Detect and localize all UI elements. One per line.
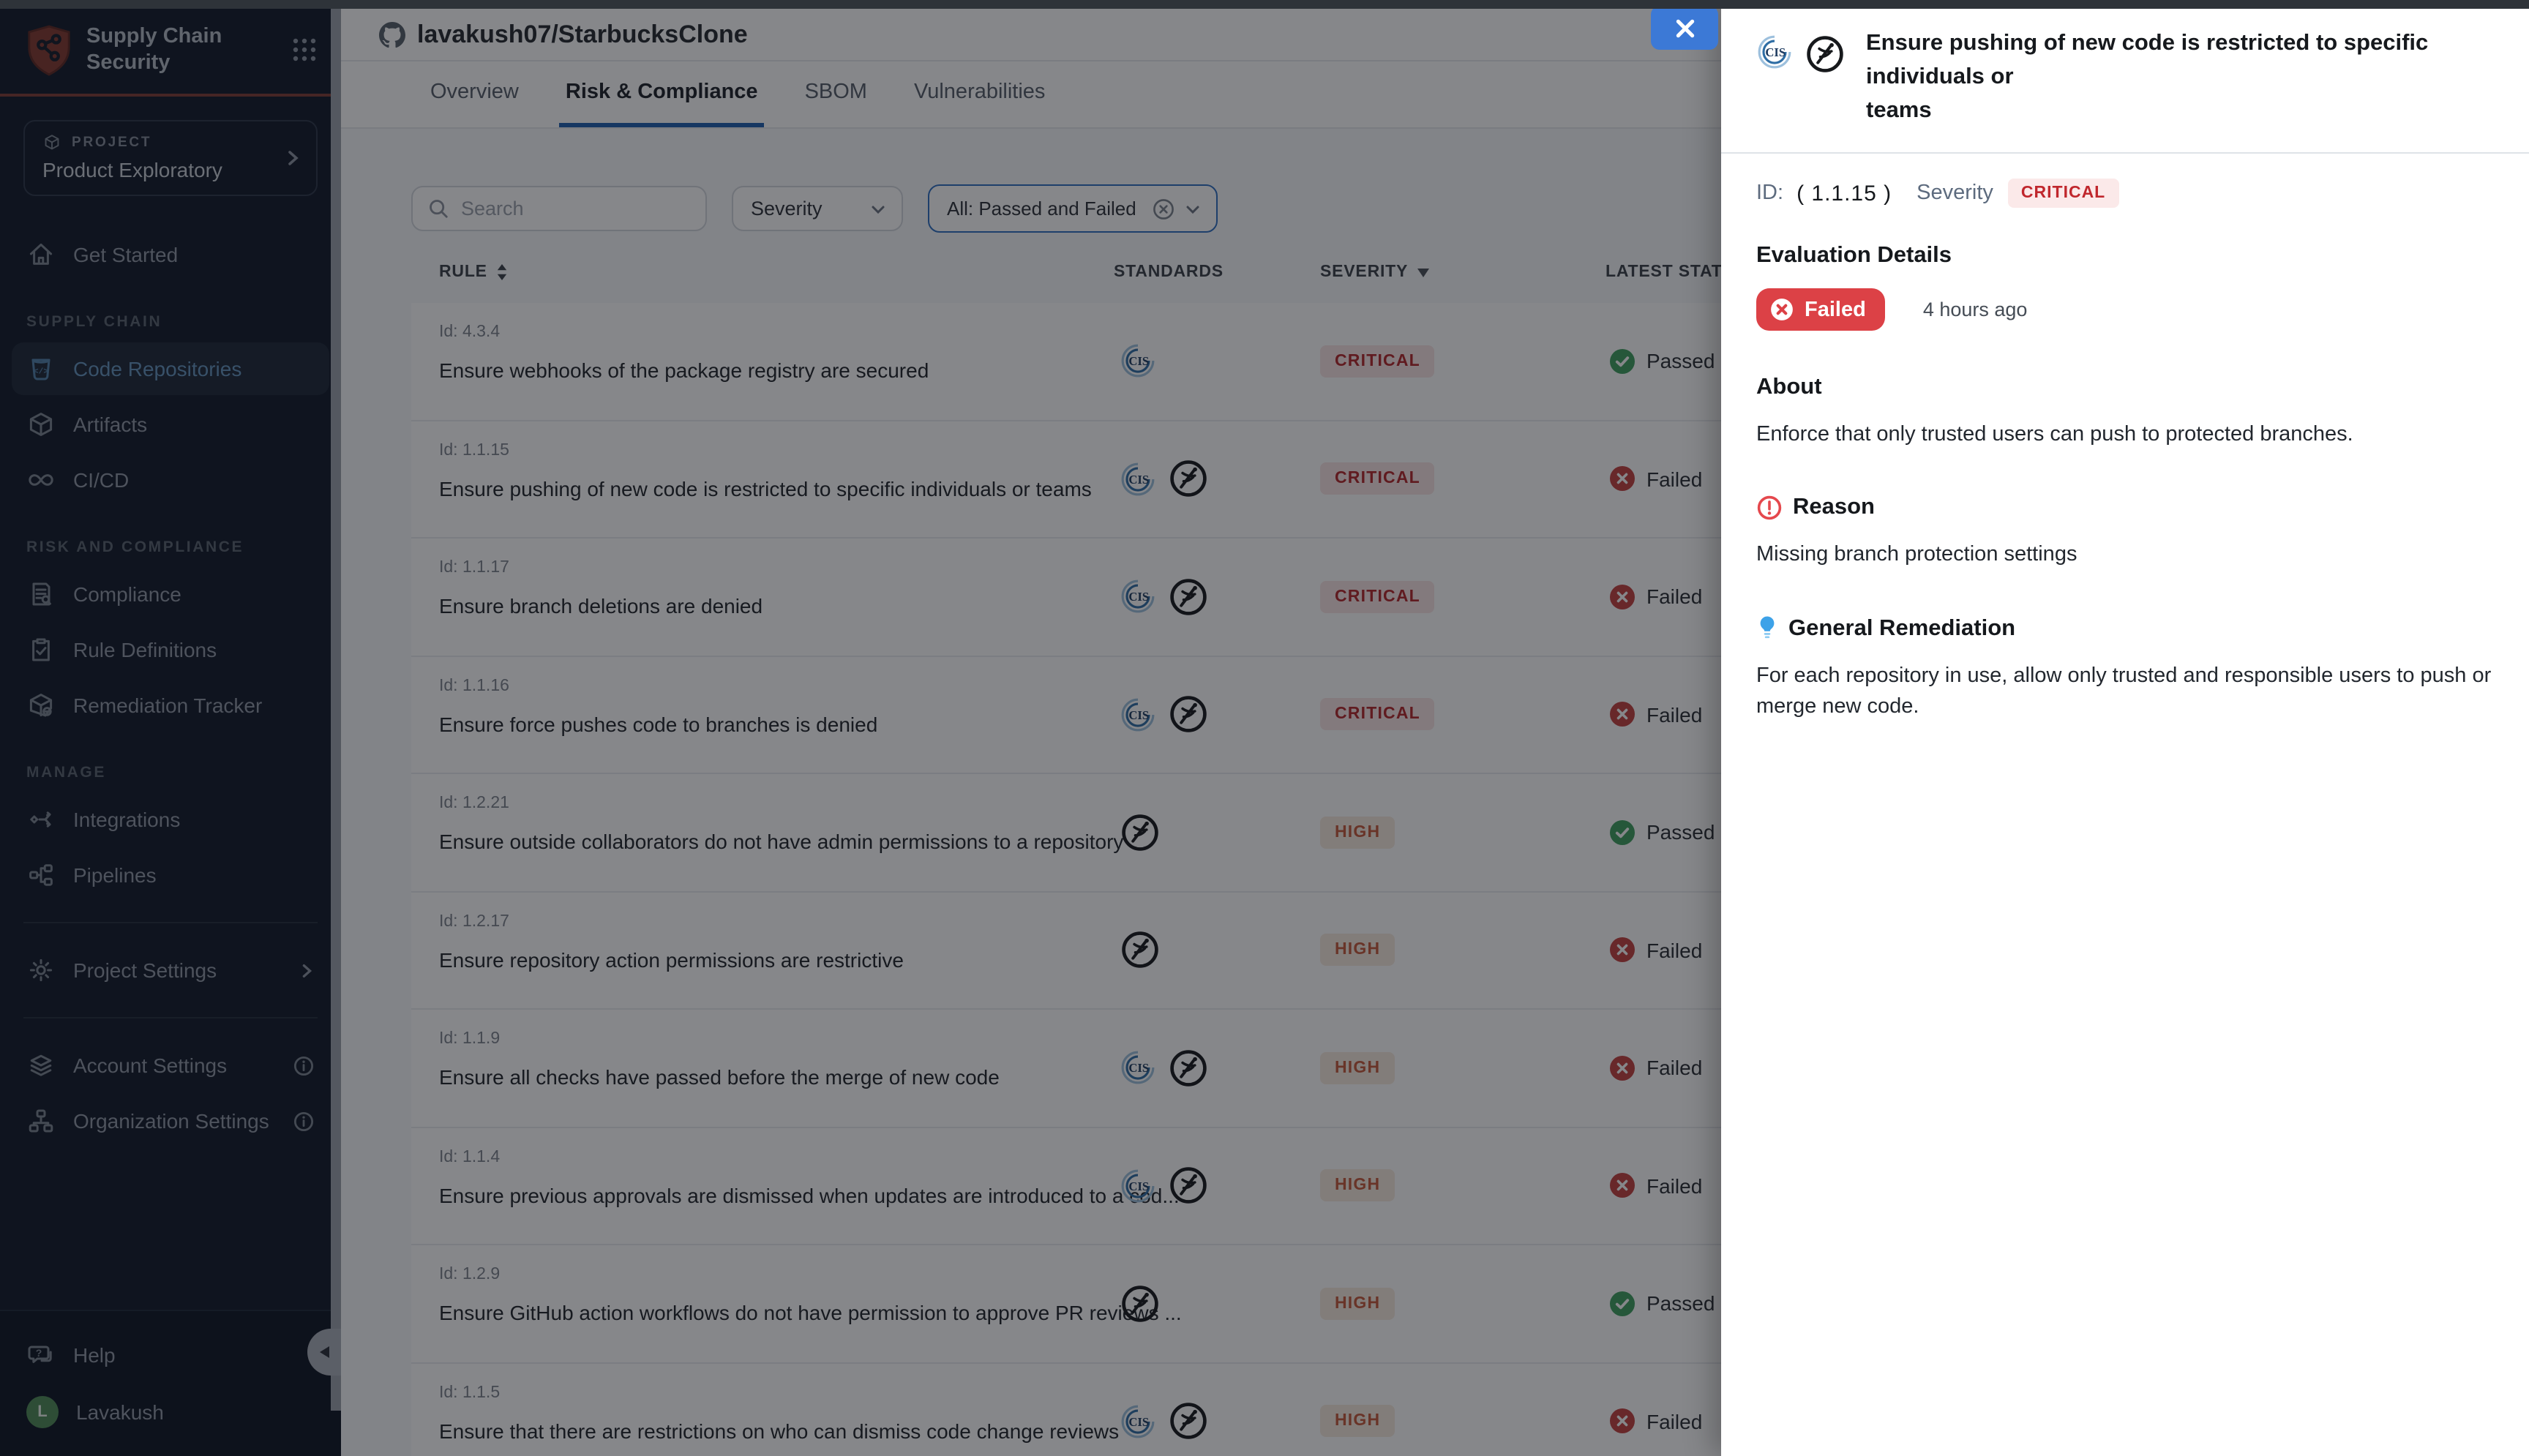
evaluation-status-row: Failed 4 hours ago <box>1756 288 2494 331</box>
drawer-close-button[interactable] <box>1651 6 1718 50</box>
reason-heading: Reason <box>1756 495 2494 521</box>
owasp-standard-icon <box>1805 34 1846 75</box>
drawer-title: Ensure pushing of new code is restricted… <box>1866 26 2494 127</box>
about-heading: About <box>1756 375 2494 401</box>
svg-text:CIS: CIS <box>1765 45 1786 59</box>
app-root: Supply Chain Security PROJECT Product Ex… <box>0 0 2529 1456</box>
divider <box>1721 152 2529 154</box>
failed-circle-icon <box>1769 297 1794 322</box>
evaluation-details-heading: Evaluation Details <box>1756 243 2494 269</box>
failed-status-badge: Failed <box>1756 288 1885 331</box>
cis-standard-icon: CIS <box>1756 34 1793 70</box>
close-icon <box>1674 17 1696 39</box>
drawer-standards-icons: CIS <box>1756 26 1846 127</box>
top-strip <box>0 0 2529 9</box>
alert-circle-icon <box>1756 495 1783 521</box>
remediation-text: For each repository in use, allow only t… <box>1756 661 2494 723</box>
evaluation-time: 4 hours ago <box>1923 299 2028 320</box>
drawer-header: CIS Ensure pushing of new code is restri… <box>1756 26 2494 127</box>
severity-label: Severity <box>1917 181 1993 205</box>
id-label: ID: <box>1756 181 1783 205</box>
about-text: Enforce that only trusted users can push… <box>1756 420 2494 451</box>
rule-detail-drawer: CIS Ensure pushing of new code is restri… <box>1721 0 2529 1456</box>
reason-text: Missing branch protection settings <box>1756 540 2494 571</box>
rule-id-row: ID: ( 1.1.15 ) Severity CRITICAL <box>1756 179 2494 208</box>
id-value: ( 1.1.15 ) <box>1796 181 1892 206</box>
remediation-heading: General Remediation <box>1756 615 2494 642</box>
lightbulb-icon <box>1756 615 1778 642</box>
severity-badge: CRITICAL <box>2008 179 2118 208</box>
